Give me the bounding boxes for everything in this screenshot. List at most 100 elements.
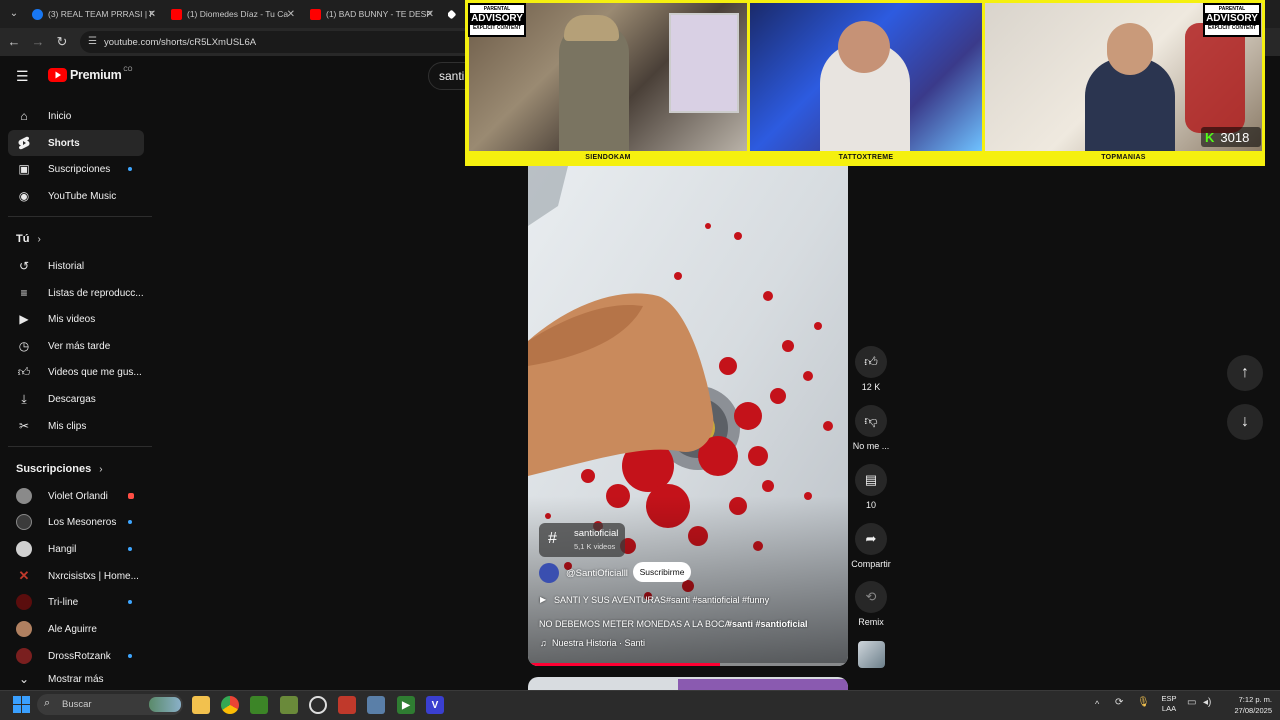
next-short-preview[interactable] [528, 677, 848, 690]
channel-name[interactable]: @SantiOficialll [566, 568, 628, 579]
audio-source-thumbnail[interactable] [858, 641, 885, 668]
previous-short-button[interactable]: ↑ [1227, 355, 1263, 391]
audio-track[interactable]: Nuestra Historia · Santi [552, 638, 645, 648]
windows-start-icon[interactable] [13, 696, 30, 713]
advisory-bottom-text: EXPLICIT CONTENT [1207, 25, 1257, 32]
dislike-button[interactable]: 👎︎ [855, 405, 887, 437]
tab-search-icon[interactable]: ⌄ [6, 6, 22, 22]
search-highlight-icon [149, 697, 181, 712]
sidebar-item-label: Suscripciones [48, 163, 111, 175]
cap-shape [564, 15, 619, 41]
channel-avatar: ✕ [18, 568, 30, 583]
subscription-item[interactable]: Tri-line [8, 589, 144, 615]
sidebar-item-label: Videos que me gus... [48, 366, 142, 378]
video-title-tags[interactable]: #santi #santioficial [727, 619, 808, 629]
sidebar-item-ver-mas-tarde[interactable]: ◷ Ver más tarde [8, 333, 144, 359]
like-count: 12 K [861, 382, 881, 392]
media-player-icon[interactable]: ▶ [397, 696, 415, 714]
browser-tab[interactable]: (1) BAD BUNNY - TE DESP ✕ [310, 4, 434, 24]
subscription-item[interactable]: Los Mesoneros [8, 509, 144, 535]
tab-title: (1) Diomedes Díaz - Tu Ca [187, 9, 289, 19]
sidebar-item-mis-videos[interactable]: ▶ Mis videos [8, 306, 144, 332]
webcam-label: TATTOXTREME [838, 154, 894, 161]
share-button[interactable]: ➦ [855, 523, 887, 555]
subscription-item[interactable]: DrossRotzank [8, 643, 144, 669]
thumbs-up-icon: 👍︎ [864, 354, 878, 369]
close-tab-icon[interactable]: ✕ [426, 9, 434, 20]
subscriptions-icon: ▣ [18, 162, 30, 176]
playlist-tags[interactable]: #santi #santioficial #funny [666, 595, 769, 605]
shorts-video-player[interactable]: # santioficial 5,1 K videos @SantiOficia… [528, 166, 848, 666]
hashtag-chip[interactable]: # santioficial 5,1 K videos [539, 523, 625, 557]
obs-like-icon[interactable] [309, 696, 327, 714]
you-section-header[interactable]: Tú › [16, 233, 41, 245]
comments-button[interactable]: ▤ [855, 464, 887, 496]
sidebar-item-shorts[interactable]: Shorts [8, 130, 144, 156]
sidebar-item-youtube-music[interactable]: ◉ YouTube Music [8, 183, 144, 209]
close-tab-icon[interactable]: ✕ [287, 9, 295, 20]
minecraft-icon[interactable] [250, 696, 268, 714]
sidebar-item-playlists[interactable]: ≡ Listas de reproducc... [8, 280, 144, 306]
subscribe-button[interactable]: Suscribirme [633, 562, 691, 582]
webcam-label: TOPMANIAS [1101, 154, 1146, 161]
browser-tab[interactable]: (3) REAL TEAM PRRASI | F ✕ [32, 4, 156, 24]
calculator-icon[interactable] [367, 696, 385, 714]
back-icon[interactable]: ← [6, 34, 22, 50]
sidebar-item-inicio[interactable]: ⌂ Inicio [8, 103, 144, 129]
language-indicator[interactable]: ESP LAA [1160, 694, 1178, 714]
sidebar-item-suscripciones[interactable]: ▣ Suscripciones [8, 156, 144, 182]
sidebar-item-liked-videos[interactable]: 👍︎ Videos que me gus... [8, 359, 144, 385]
pc-case-shape [669, 13, 739, 113]
browser-tab[interactable] [448, 4, 462, 24]
subscription-item[interactable]: Ale Aguirre [8, 616, 144, 642]
vegas-icon[interactable]: V [426, 696, 444, 714]
clips-icon: ✂ [18, 419, 30, 433]
sidebar-item-mis-clips[interactable]: ✂ Mis clips [8, 413, 144, 439]
show-more-button[interactable]: ⌄ Mostrar más [8, 669, 144, 689]
new-content-dot [128, 167, 132, 171]
playlist-name[interactable]: SANTI Y SUS AVENTURAS [554, 595, 666, 605]
network-icon[interactable]: ▭ [1187, 697, 1196, 708]
minecraft-launcher-icon[interactable] [280, 696, 298, 714]
tray-app-icon[interactable]: ⟳ [1115, 697, 1123, 708]
video-progress-bar[interactable] [528, 663, 848, 666]
sidebar-item-historial[interactable]: ↺ Historial [8, 253, 144, 279]
clock[interactable]: 7:12 p. m. 27/08/2025 [1222, 694, 1272, 716]
show-hidden-icons[interactable]: ^ [1095, 699, 1099, 709]
volume-icon[interactable]: ◂) [1203, 697, 1211, 708]
music-note-icon: ♫ [540, 638, 547, 648]
playlists-icon: ≡ [20, 286, 28, 300]
reload-icon[interactable]: ↻ [54, 34, 70, 50]
forward-icon[interactable]: → [30, 34, 46, 50]
chrome-icon[interactable] [221, 696, 239, 714]
subscriptions-section-header[interactable]: Suscripciones › [16, 463, 103, 475]
next-short-button[interactable]: ↓ [1227, 404, 1263, 440]
remix-button[interactable]: ⟲ [855, 581, 887, 613]
channel-avatar[interactable] [539, 563, 559, 583]
chevron-down-icon: ⌄ [18, 672, 30, 686]
subscription-item[interactable]: Violet Orlandi [8, 483, 144, 509]
app-red-icon[interactable] [338, 696, 356, 714]
kick-logo-icon: K [1205, 129, 1215, 145]
country-code: CO [123, 67, 133, 73]
next-short-thumb [678, 679, 848, 690]
search-icon: ⌕ [44, 697, 51, 709]
youtube-logo[interactable]: Premium CO [48, 67, 133, 82]
video-title: NO DEBEMOS METER MONEDAS A LA BOCA [539, 619, 731, 629]
comment-icon: ▤ [864, 472, 878, 487]
channel-avatar [16, 621, 32, 637]
new-content-dot [128, 600, 132, 604]
sidebar-item-descargas[interactable]: ⤓ Descargas [8, 386, 144, 412]
clock-date: 27/08/2025 [1234, 706, 1272, 715]
close-tab-icon[interactable]: ✕ [148, 9, 156, 20]
like-button[interactable]: 👍︎ [855, 346, 887, 378]
subscription-item[interactable]: ✕ Nxrcisistxs | Home... [8, 563, 144, 589]
file-explorer-icon[interactable] [192, 696, 210, 714]
subscription-item[interactable]: Hangil [8, 536, 144, 562]
site-info-icon[interactable]: ☰ [88, 36, 97, 47]
gaming-chair-shape [1185, 23, 1245, 133]
taskbar-search-input[interactable]: ⌕ Buscar [37, 694, 183, 715]
browser-tab[interactable]: (1) Diomedes Díaz - Tu Ca ✕ [171, 4, 295, 24]
hamburger-menu-icon[interactable]: ☰ [16, 68, 32, 84]
microphone-icon[interactable]: 🎙︎ [1137, 697, 1150, 708]
